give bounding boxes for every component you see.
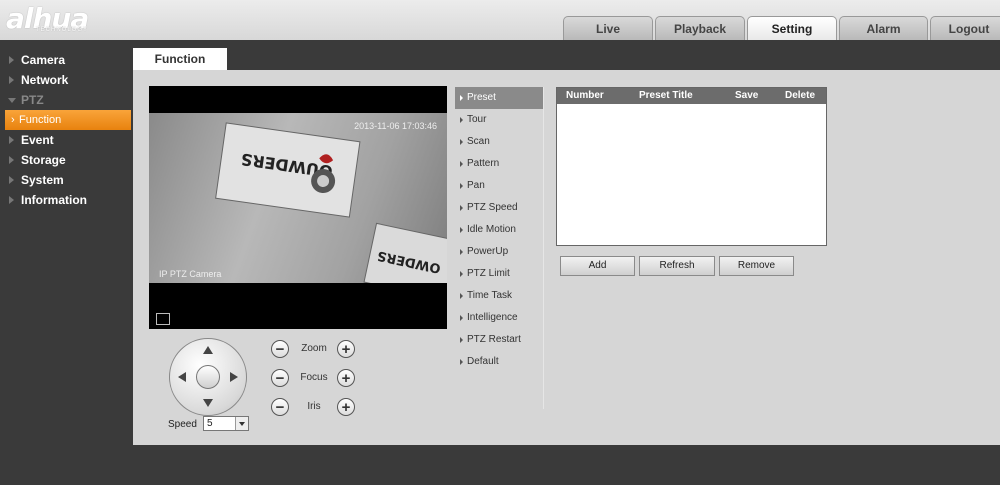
- arrow-up-icon[interactable]: [203, 346, 213, 354]
- expand-triangle-icon: [9, 76, 14, 84]
- ptz-direction-pad[interactable]: [169, 338, 247, 416]
- sidebar-item-label: Information: [21, 193, 87, 207]
- sidebar-item-label: Network: [21, 73, 69, 87]
- expand-triangle-icon: [9, 196, 14, 204]
- sidebar-item-camera[interactable]: Camera: [0, 50, 132, 70]
- sidebar-item-label: Event: [21, 133, 54, 147]
- focus-in-button[interactable]: +: [337, 369, 355, 387]
- arrow-left-icon[interactable]: [178, 372, 186, 382]
- speed-label: Speed: [168, 419, 197, 430]
- menu-item-ptz-speed[interactable]: PTZ Speed: [455, 197, 543, 219]
- menu-item-default[interactable]: Default: [455, 351, 543, 373]
- column-number: Number: [566, 90, 604, 101]
- column-save: Save: [735, 90, 759, 101]
- menu-item-pan[interactable]: Pan: [455, 175, 543, 197]
- tab-logout[interactable]: Logout: [930, 16, 1000, 40]
- video-camera-label: IP PTZ Camera: [159, 269, 222, 279]
- sidebar-item-system[interactable]: System: [0, 170, 132, 190]
- add-button[interactable]: Add: [560, 256, 635, 276]
- iris-close-button[interactable]: −: [271, 398, 289, 416]
- preset-table: Number Preset Title Save Delete: [556, 87, 827, 246]
- preset-table-header: Number Preset Title Save Delete: [557, 88, 826, 104]
- arrow-right-icon[interactable]: [230, 372, 238, 382]
- main-content: Function OUWDERS OWDERS 2013-11-06 17:03…: [133, 48, 1000, 445]
- video-preview: OUWDERS OWDERS 2013-11-06 17:03:46 IP PT…: [149, 86, 447, 329]
- menu-item-idle-motion[interactable]: Idle Motion: [455, 219, 543, 241]
- logo-subtitle: TECHNOLOGY: [36, 27, 89, 33]
- expand-triangle-icon: [9, 156, 14, 164]
- tab-alarm[interactable]: Alarm: [839, 16, 928, 40]
- menu-item-scan[interactable]: Scan: [455, 131, 543, 153]
- focus-label: Focus: [300, 372, 328, 383]
- expand-triangle-icon: [9, 56, 14, 64]
- menu-item-pattern[interactable]: Pattern: [455, 153, 543, 175]
- iris-label: Iris: [307, 401, 321, 412]
- camera-scene: OUWDERS OWDERS: [215, 122, 447, 283]
- tab-live[interactable]: Live: [563, 16, 653, 40]
- zoom-label: Zoom: [301, 343, 327, 354]
- menu-item-time-task[interactable]: Time Task: [455, 285, 543, 307]
- sidebar-item-label: Camera: [21, 53, 66, 67]
- sidebar-item-storage[interactable]: Storage: [0, 150, 132, 170]
- sidebar: Camera Network PTZ › Function Event Stora…: [0, 50, 132, 210]
- tab-playback[interactable]: Playback: [655, 16, 745, 40]
- chevron-right-icon: ›: [11, 114, 15, 126]
- footer-bar: [0, 445, 1000, 485]
- menu-item-ptz-limit[interactable]: PTZ Limit: [455, 263, 543, 285]
- sidebar-item-network[interactable]: Network: [0, 70, 132, 90]
- fullscreen-icon[interactable]: [156, 313, 170, 325]
- ptz-function-menu: Preset Tour Scan Pattern Pan PTZ Speed I…: [455, 87, 544, 409]
- video-timestamp: 2013-11-06 17:03:46: [354, 121, 437, 131]
- menu-item-intelligence[interactable]: Intelligence: [455, 307, 543, 329]
- tab-function[interactable]: Function: [133, 48, 227, 70]
- sidebar-subitem-label: Function: [19, 114, 62, 126]
- speed-select[interactable]: 5: [203, 416, 249, 431]
- tab-setting[interactable]: Setting: [747, 16, 837, 40]
- sidebar-item-label: System: [21, 173, 64, 187]
- camera-view-image: OUWDERS OWDERS 2013-11-06 17:03:46 IP PT…: [149, 113, 447, 283]
- iris-open-button[interactable]: +: [337, 398, 355, 416]
- arrow-down-icon[interactable]: [203, 399, 213, 407]
- sidebar-item-information[interactable]: Information: [0, 190, 132, 210]
- menu-item-ptz-restart[interactable]: PTZ Restart: [455, 329, 543, 351]
- menu-item-powerup[interactable]: PowerUp: [455, 241, 543, 263]
- zoom-in-button[interactable]: +: [337, 340, 355, 358]
- sidebar-item-label: PTZ: [21, 93, 44, 107]
- zoom-out-button[interactable]: −: [271, 340, 289, 358]
- speed-value: 5: [207, 418, 213, 429]
- chevron-down-icon: [235, 417, 248, 430]
- expand-triangle-icon: [9, 136, 14, 144]
- sidebar-item-ptz[interactable]: PTZ: [0, 90, 132, 110]
- ptz-center-button[interactable]: [196, 365, 220, 389]
- function-panel: OUWDERS OWDERS 2013-11-06 17:03:46 IP PT…: [133, 70, 1000, 445]
- sidebar-subitem-function[interactable]: › Function: [5, 110, 131, 130]
- sidebar-item-event[interactable]: Event: [0, 130, 132, 150]
- sidebar-item-label: Storage: [21, 153, 66, 167]
- column-delete: Delete: [785, 90, 816, 101]
- refresh-button[interactable]: Refresh: [639, 256, 715, 276]
- collapse-triangle-icon: [8, 98, 16, 103]
- header-bar: alhua TECHNOLOGY Live Playback Setting A…: [0, 0, 1000, 40]
- focus-out-button[interactable]: −: [271, 369, 289, 387]
- expand-triangle-icon: [9, 176, 14, 184]
- menu-item-preset[interactable]: Preset: [455, 87, 543, 109]
- column-preset-title: Preset Title: [639, 90, 693, 101]
- menu-item-tour[interactable]: Tour: [455, 109, 543, 131]
- remove-button[interactable]: Remove: [719, 256, 794, 276]
